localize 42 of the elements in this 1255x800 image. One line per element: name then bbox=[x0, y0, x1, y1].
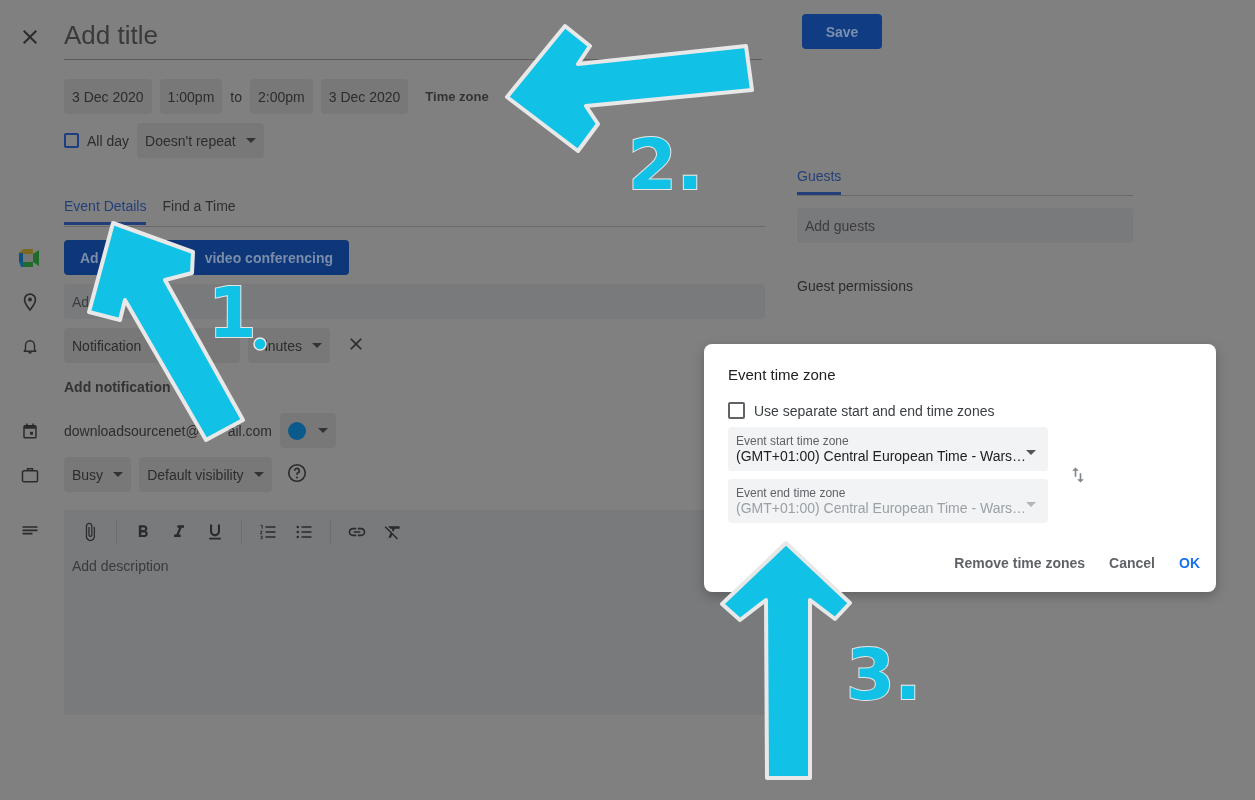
tab[interactable]: Find a Time bbox=[162, 196, 236, 225]
caret-icon bbox=[1026, 501, 1036, 507]
add-guests-field[interactable]: Add guests bbox=[797, 208, 1133, 243]
end-date-field[interactable]: 3 Dec 2020 bbox=[320, 79, 409, 114]
to-label: to bbox=[230, 88, 242, 105]
repeat-dropdown[interactable]: Doesn't repeat bbox=[137, 123, 264, 158]
add-notification-link[interactable]: Add notification bbox=[64, 379, 171, 395]
time-zone-link[interactable]: Time zone bbox=[425, 89, 489, 104]
availability-dropdown[interactable]: Busy bbox=[64, 457, 132, 492]
guests-tab[interactable]: Guests bbox=[797, 166, 842, 195]
calendar-color-dropdown[interactable] bbox=[280, 413, 336, 448]
help-icon bbox=[285, 462, 308, 484]
caret-icon bbox=[113, 472, 124, 477]
marker-dot bbox=[253, 337, 267, 351]
start-date-field[interactable]: 3 Dec 2020 bbox=[64, 79, 152, 114]
dialog-button[interactable]: Cancel bbox=[1109, 555, 1155, 571]
caret-icon bbox=[1026, 449, 1036, 455]
dialog-button[interactable]: OK bbox=[1179, 555, 1200, 571]
end-time-field[interactable]: 2:00pm bbox=[250, 79, 313, 114]
step-number: 3. bbox=[846, 640, 922, 710]
caret-icon bbox=[318, 428, 328, 433]
all-day-checkbox[interactable] bbox=[64, 133, 79, 148]
caret-icon bbox=[253, 472, 264, 477]
separate-zones-label: Use separate start and end time zones bbox=[754, 402, 995, 419]
start-time-field[interactable]: 1:00pm bbox=[159, 79, 223, 114]
calendar-owner: downloadsourcenet@ bbox=[64, 422, 200, 439]
step-number: 2. bbox=[628, 130, 704, 200]
time-zone-dropdown[interactable]: Event start time zone (GMT+01:00) Central European Time - Wars… bbox=[728, 427, 1048, 471]
video-camera-icon bbox=[19, 248, 41, 267]
caret-icon bbox=[312, 343, 322, 348]
calendar-icon bbox=[21, 421, 39, 440]
dialog-button[interactable]: Remove time zones bbox=[954, 555, 1086, 571]
save-button[interactable]: Save bbox=[802, 14, 882, 49]
numbered-list-icon bbox=[258, 522, 278, 542]
separate-zones-checkbox[interactable] bbox=[728, 402, 745, 419]
caret-icon bbox=[245, 138, 256, 143]
description-placeholder: Add description bbox=[71, 557, 170, 574]
calendar-owner: ail.com bbox=[227, 422, 272, 439]
all-day-label: All day bbox=[87, 132, 130, 149]
dialog-title: Event time zone bbox=[728, 366, 837, 383]
visibility-dropdown[interactable]: Default visibility bbox=[139, 457, 272, 492]
guest-permissions-heading: Guest permissions bbox=[797, 278, 914, 294]
